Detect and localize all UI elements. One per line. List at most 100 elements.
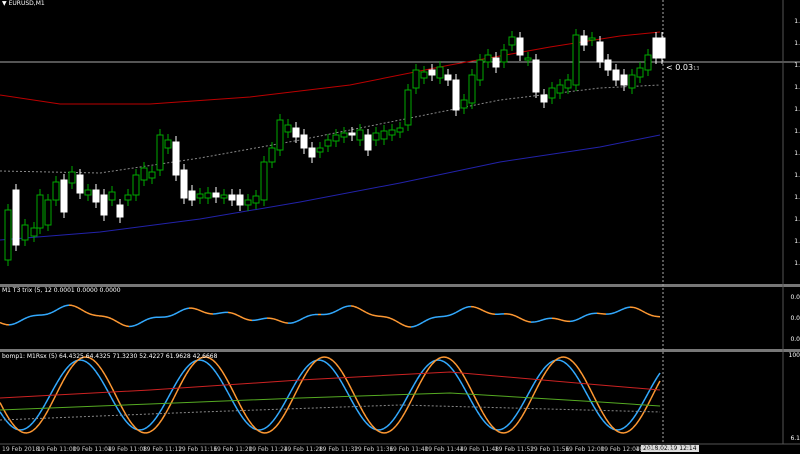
candle-body [396, 127, 404, 133]
rsx-blue [323, 360, 328, 364]
rsx-blue [59, 372, 64, 379]
rsx-blue [29, 421, 34, 427]
rsx-orange [269, 428, 274, 433]
rsx-blue [32, 418, 37, 423]
trix-line [50, 310, 55, 314]
time-tick: 19 Feb 11:08 [107, 446, 147, 453]
rsx-blue [170, 386, 175, 393]
rsx-blue [422, 366, 427, 372]
dropdown-arrow-icon[interactable]: ▼ [2, 0, 7, 7]
rsx-blue [365, 422, 370, 427]
trix-line [545, 317, 550, 320]
rsx-orange [407, 400, 412, 408]
rsx-orange [239, 404, 244, 411]
trix-line [461, 307, 466, 310]
trix-line [650, 314, 655, 317]
rsx-orange [518, 416, 523, 422]
rsx-orange [56, 386, 61, 394]
time-tick: 19 Feb 12:00 [565, 446, 605, 453]
rsx-blue [488, 425, 493, 429]
rsx-orange [641, 409, 646, 416]
price-tick: 1. [794, 106, 800, 113]
trix-line [581, 315, 586, 318]
trix-line [206, 312, 211, 315]
rsx-orange [242, 410, 247, 417]
rsx-blue [65, 365, 70, 370]
trix-line [338, 307, 343, 311]
rsx-dotted [0, 404, 661, 421]
trix-line [275, 318, 280, 322]
candle-body [21, 224, 29, 241]
ma-dotted [0, 84, 661, 174]
trix-line [608, 312, 613, 315]
trix-line [122, 324, 127, 327]
rsx-orange [416, 382, 421, 390]
rsx-blue [455, 373, 460, 380]
candle-body [444, 74, 452, 81]
rsx-blue [116, 407, 121, 414]
rsx-orange [182, 374, 187, 381]
rsx-blue [122, 416, 127, 422]
candle-body [596, 41, 604, 63]
rsx-orange [533, 387, 538, 395]
rsx-orange [308, 364, 313, 370]
trix-line [623, 306, 628, 310]
rsx-blue [269, 420, 274, 425]
rsx-blue [266, 423, 271, 428]
trix-line [0, 321, 4, 325]
candle-body [196, 193, 204, 199]
price-tick: 1. [794, 18, 800, 25]
rsx-blue [359, 414, 364, 420]
rsx-orange [374, 428, 379, 432]
trix-line [449, 313, 454, 316]
rsx-orange [92, 359, 97, 363]
candle-body [212, 192, 220, 198]
time-tick: 19 Feb 11:32 [318, 446, 359, 453]
rsx-blue [461, 383, 466, 390]
pip-label: < 0.0313 [666, 63, 700, 72]
rsx-orange [542, 371, 547, 378]
trix-line [170, 313, 175, 317]
trix-line [644, 311, 649, 315]
trix-line [620, 307, 625, 311]
trix-line [332, 310, 337, 314]
rsx-blue [560, 359, 565, 363]
candle-body [68, 171, 76, 184]
rsx-orange [125, 414, 130, 421]
rsx-blue [623, 424, 628, 429]
trix-line [413, 324, 418, 328]
candle-body [508, 36, 516, 46]
rsx-orange [116, 397, 121, 405]
price-tick: 1. [794, 172, 800, 179]
rsx-blue [368, 425, 373, 429]
trix-line [80, 308, 85, 312]
rsx-blue [380, 427, 385, 431]
rsx-blue [572, 370, 577, 376]
trix-line [329, 311, 334, 315]
rsx-blue [353, 404, 358, 411]
rsx-tick: 6.1 [790, 435, 800, 442]
rsx-orange [566, 357, 571, 361]
rsx-blue [383, 425, 388, 430]
trix-line [44, 313, 49, 316]
trix-line [617, 309, 622, 312]
trix-line [83, 310, 88, 314]
trix-line [536, 319, 541, 323]
rsx-blue [161, 402, 166, 409]
trix-line [326, 312, 331, 316]
candle-body [380, 130, 388, 140]
rsx-orange [194, 359, 199, 363]
price-tick: 1. [794, 62, 800, 69]
trix-line [584, 313, 589, 317]
trix-line [647, 313, 652, 316]
rsx-orange [218, 366, 223, 372]
rsx-blue [479, 415, 484, 421]
candle-body [4, 209, 12, 261]
rsx-orange [479, 406, 484, 414]
rsx-blue [410, 384, 415, 391]
trix-line [425, 318, 430, 322]
rsx-blue [242, 417, 247, 423]
rsx-orange [65, 370, 70, 377]
rsx-tick: 100 [788, 352, 800, 359]
rsx-orange [320, 356, 325, 359]
